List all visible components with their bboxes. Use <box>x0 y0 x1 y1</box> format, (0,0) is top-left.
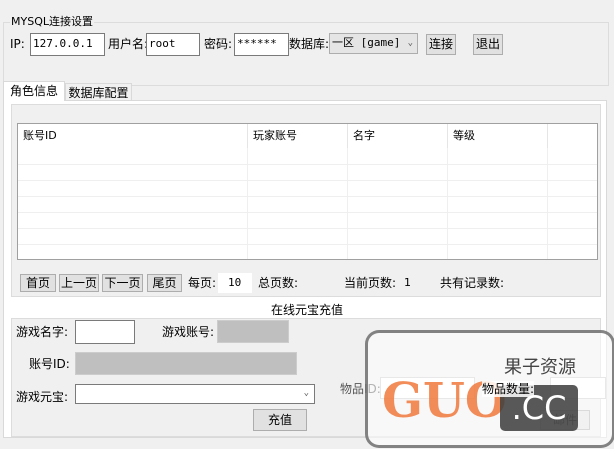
connect-button[interactable]: 连接 <box>426 34 456 55</box>
column-header-level[interactable]: 等级 <box>448 124 548 148</box>
total-pages-label: 总页数: <box>258 276 299 290</box>
per-page-input[interactable]: 10 <box>218 273 252 293</box>
account-id-input <box>75 352 297 375</box>
grid-line <box>18 228 597 229</box>
item-count-label: 物品数量: <box>482 381 535 397</box>
total-records-label: 共有记录数: <box>440 276 505 290</box>
tab-role-info[interactable]: 角色信息 <box>3 81 65 101</box>
database-selected: 一区 [game] <box>332 36 401 49</box>
current-page-value: 1 <box>404 276 411 289</box>
tab-database-config[interactable]: 数据库配置 <box>65 83 132 101</box>
game-name-label: 游戏名字: <box>16 325 69 339</box>
username-input[interactable]: root <box>146 33 200 56</box>
game-account-label: 游戏账号: <box>162 325 215 339</box>
grid-line <box>18 244 597 245</box>
game-name-input[interactable] <box>75 320 135 344</box>
database-select[interactable]: 一区 [game] ⌄ <box>329 33 418 54</box>
grid-line <box>18 212 597 213</box>
recharge-button[interactable]: 充值 <box>253 409 307 431</box>
password-input[interactable]: ****** <box>234 33 289 56</box>
column-header-player-account[interactable]: 玩家账号 <box>248 124 348 148</box>
role-table[interactable]: 账号ID 玩家账号 名字 等级 <box>17 123 598 260</box>
yuanbao-label: 游戏元宝: <box>16 390 69 404</box>
ip-input[interactable]: 127.0.0.1 <box>30 33 105 56</box>
column-header-name[interactable]: 名字 <box>348 124 448 148</box>
first-page-button[interactable]: 首页 <box>20 274 56 292</box>
recharge-group-title: 在线元宝充值 <box>270 303 345 318</box>
last-page-button[interactable]: 尾页 <box>147 274 182 292</box>
account-id-label: 账号ID: <box>29 357 70 371</box>
chevron-down-icon: ⌄ <box>303 388 309 398</box>
grid-line <box>18 180 597 181</box>
prev-page-button[interactable]: 上一页 <box>59 274 99 292</box>
yuanbao-select[interactable]: ⌄ <box>75 384 315 404</box>
next-page-button[interactable]: 下一页 <box>102 274 143 292</box>
connection-group-title: MYSQL连接设置 <box>10 15 94 28</box>
grid-line <box>18 164 597 165</box>
exit-button[interactable]: 退出 <box>473 34 503 55</box>
per-page-label: 每页: <box>188 276 217 290</box>
password-label: 密码: <box>204 37 233 51</box>
ip-label: IP: <box>10 37 25 51</box>
game-account-input <box>217 320 289 343</box>
chevron-down-icon: ⌄ <box>407 38 413 48</box>
username-label: 用户名: <box>108 37 149 51</box>
grid-line <box>18 196 597 197</box>
current-page-label: 当前页数: <box>344 276 397 290</box>
column-header-account-id[interactable]: 账号ID <box>18 124 248 148</box>
database-label: 数据库: <box>289 37 330 51</box>
